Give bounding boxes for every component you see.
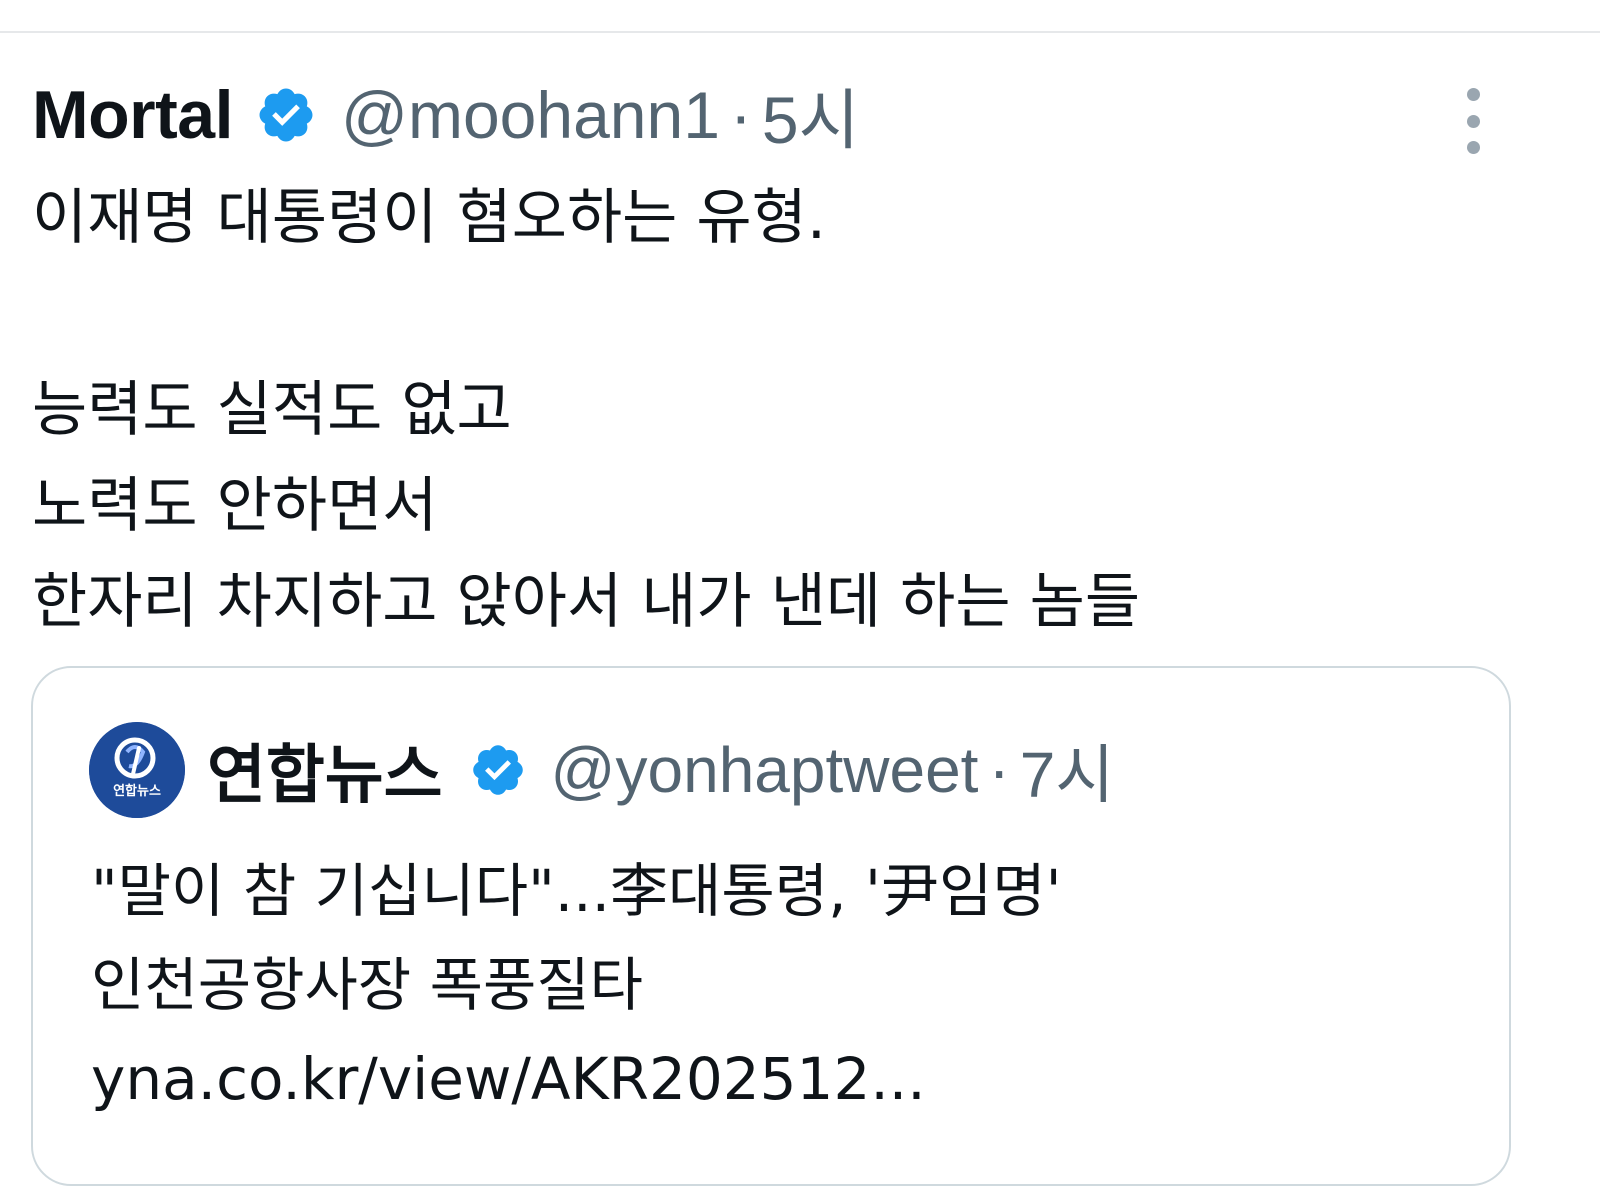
quote-text-line: 인천공항사장 폭풍질타 — [91, 951, 644, 1019]
tweet-text-line: 이재명 대통령이 혐오하는 유형. — [32, 183, 826, 253]
more-dot — [1466, 141, 1480, 154]
author-name[interactable]: Mortal — [32, 76, 234, 154]
avatar[interactable]: 연합뉴스 — [89, 722, 185, 818]
quote-author-name[interactable]: 연합뉴스 — [207, 724, 443, 816]
tweet-header: Mortal @moohann1 · 5시 — [32, 72, 859, 158]
separator-dot: · — [729, 78, 752, 152]
author-handle[interactable]: @moohann1 — [341, 77, 720, 153]
top-divider — [0, 31, 1600, 33]
quote-author-handle[interactable]: @yonhaptweet — [551, 733, 979, 807]
verified-badge-icon — [259, 88, 313, 142]
tweet-text: 이재명 대통령이 혐오하는 유형. 능력도 실적도 없고노력도 안하면서한자리 차… — [32, 170, 1140, 650]
more-dot — [1466, 88, 1480, 101]
tweet-text-line: 능력도 실적도 없고 — [32, 375, 512, 445]
separator-dot: · — [988, 734, 1010, 806]
verified-badge-icon — [472, 745, 523, 795]
quote-time[interactable]: 7시 — [1020, 724, 1114, 816]
quote-link[interactable]: yna.co.kr/view/AKR202512... — [91, 1032, 1062, 1126]
yonhap-logo-icon — [89, 722, 185, 818]
tweet-text-line — [32, 266, 1140, 362]
more-dot — [1466, 114, 1480, 128]
quote-header: 연합뉴스 연합뉴스 @yonhaptweet · 7시 — [89, 720, 1114, 820]
more-options-icon[interactable] — [1456, 88, 1490, 154]
quote-text: "말이 참 기십니다"...李대통령, '尹임명' 인천공항사장 폭풍질타 yna.… — [91, 844, 1062, 1126]
quoted-tweet-card[interactable]: 연합뉴스 연합뉴스 @yonhaptweet · 7시 "말이 참 기십니다".… — [31, 666, 1511, 1186]
tweet-text-line: 한자리 차지하고 앉아서 내가 낸데 하는 놈들 — [32, 567, 1141, 637]
avatar-label: 연합뉴스 — [113, 784, 161, 799]
tweet-time[interactable]: 5시 — [762, 67, 859, 163]
tweet-text-line: 노력도 안하면서 — [32, 471, 438, 541]
quote-text-line: "말이 참 기십니다"...李대통령, '尹임명' — [91, 857, 1062, 925]
